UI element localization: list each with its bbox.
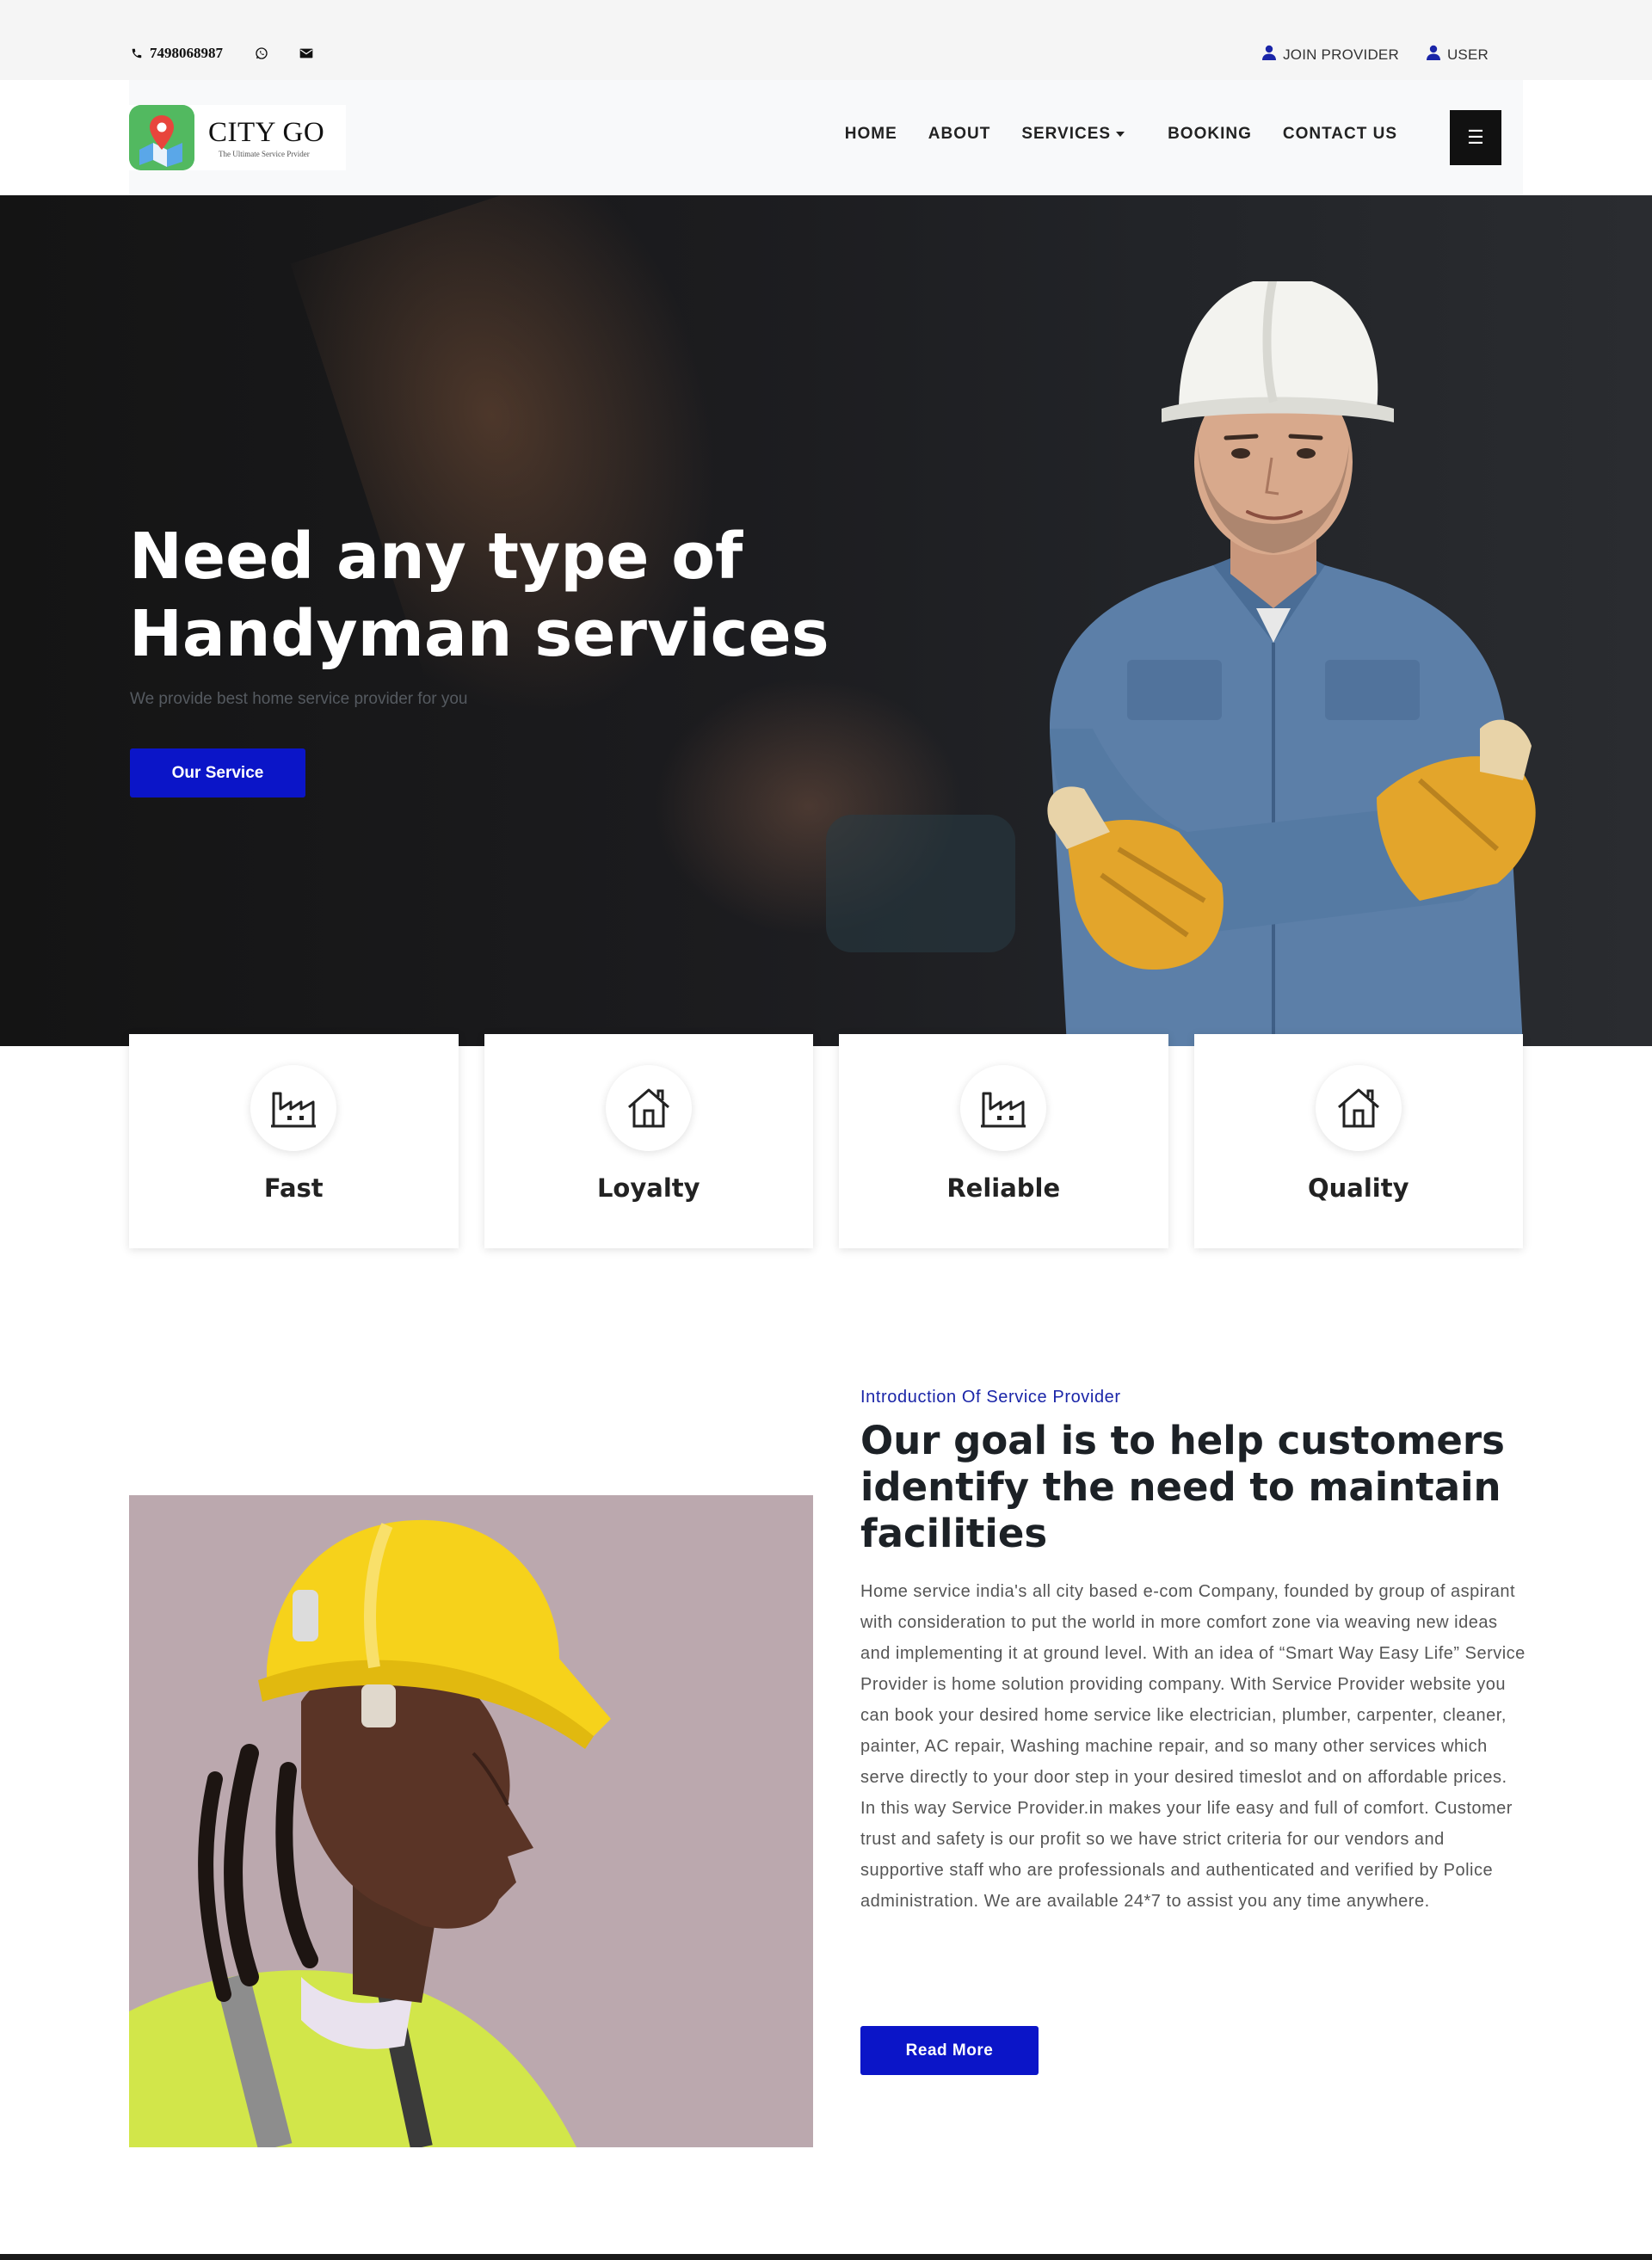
logo-title: CITY GO: [208, 116, 325, 148]
read-more-button[interactable]: Read More: [860, 2026, 1039, 2075]
hamburger-icon: ☰: [1467, 126, 1484, 148]
nav-item-about[interactable]: ABOUT: [928, 125, 991, 144]
join-provider-link[interactable]: JOIN PROVIDER: [1262, 45, 1399, 65]
feature-cards: Fast Loyalty Reliable Quality: [129, 1034, 1523, 1248]
hero-banner: Need any type of Handyman services We pr…: [0, 195, 1652, 1046]
about-worker-photo: [129, 1495, 813, 2147]
user-icon: [1262, 45, 1277, 65]
feature-label: Quality: [1307, 1173, 1409, 1203]
nav-item-services[interactable]: SERVICES: [1021, 125, 1125, 144]
logo-subtitle: The Ultimate Service Prvider: [219, 149, 310, 158]
logo-text: CITY GO The Ultimate Service Prvider: [208, 118, 324, 158]
join-provider-label: JOIN PROVIDER: [1283, 46, 1399, 63]
map-pin-icon: [129, 105, 194, 170]
about-kicker: Introduction Of Service Provider: [860, 1388, 1121, 1407]
phone-link[interactable]: 7498068987: [129, 45, 223, 62]
about-title: Our goal is to help customers identify t…: [860, 1418, 1505, 1556]
hero-title: Need any type of Handyman services: [129, 520, 829, 671]
feature-card-reliable: Reliable: [839, 1034, 1168, 1248]
user-icon: [1426, 45, 1440, 65]
site-logo[interactable]: CITY GO The Ultimate Service Prvider: [129, 105, 346, 170]
nav-item-services-label: SERVICES: [1021, 125, 1112, 143]
home-icon: [605, 1065, 692, 1151]
hero-subtitle: We provide best home service provider fo…: [130, 690, 468, 708]
our-service-button[interactable]: Our Service: [130, 748, 305, 797]
mail-icon[interactable]: [299, 46, 314, 61]
top-bar: 7498068987 JOIN PROVIDER USER: [0, 0, 1652, 80]
main-navbar: CITY GO The Ultimate Service Prvider HOM…: [129, 80, 1523, 195]
hamburger-menu-button[interactable]: ☰: [1450, 110, 1501, 165]
phone-icon: [129, 46, 145, 61]
phone-number: 7498068987: [150, 45, 223, 61]
worker-illustration: [1047, 281, 1536, 1046]
user-link[interactable]: USER: [1426, 45, 1489, 65]
home-icon: [1315, 1065, 1402, 1151]
hero-background-tool: [826, 815, 1015, 952]
nav-item-contact-us[interactable]: CONTACT US: [1283, 125, 1397, 144]
account-links: JOIN PROVIDER USER: [1262, 45, 1489, 65]
feature-card-quality: Quality: [1193, 1034, 1523, 1248]
nav-item-home[interactable]: HOME: [845, 125, 897, 144]
about-description: Home service india's all city based e-co…: [860, 1582, 1526, 1911]
feature-label: Fast: [263, 1173, 324, 1203]
factory-icon: [250, 1065, 336, 1151]
feature-label: Reliable: [946, 1173, 1061, 1203]
nav-menu: HOME ABOUT SERVICES BOOKING CONTACT US: [845, 125, 1397, 144]
user-label: USER: [1446, 46, 1489, 63]
whatsapp-icon[interactable]: [254, 46, 269, 61]
feature-card-loyalty: Loyalty: [484, 1034, 813, 1248]
nav-item-booking[interactable]: BOOKING: [1168, 125, 1252, 144]
caret-down-icon: [1116, 132, 1125, 137]
feature-card-fast: Fast: [129, 1034, 459, 1248]
contact-links: 7498068987: [129, 45, 314, 62]
factory-icon: [960, 1065, 1046, 1151]
next-section-edge: [0, 2254, 1652, 2260]
feature-label: Loyalty: [596, 1173, 700, 1203]
